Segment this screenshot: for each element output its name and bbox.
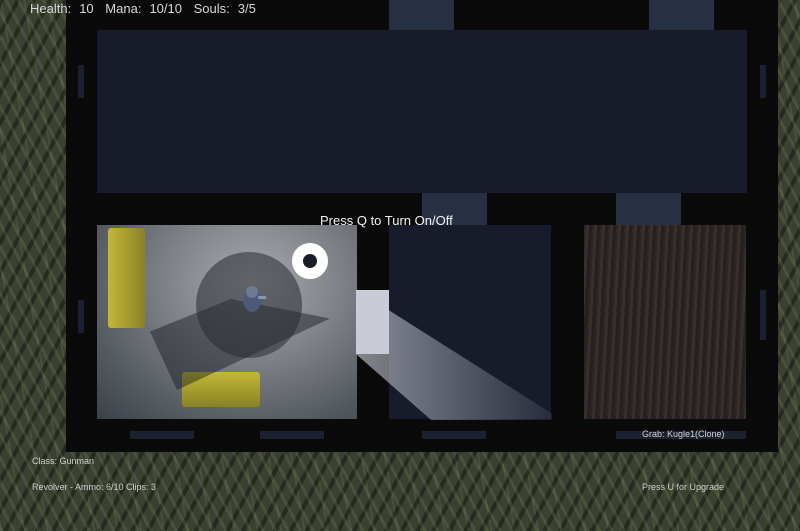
health-label: Health:: [30, 1, 72, 16]
sofa-left: [108, 228, 145, 328]
player-class: Class: Gunman: [32, 456, 95, 466]
bottom-window-2: [260, 431, 324, 439]
health-value: 10: [79, 1, 94, 16]
door-middle-right: [616, 193, 681, 225]
hud-stats: Health: 10 Mana: 10/10 Souls: 3/5: [30, 1, 264, 16]
room-wood-floor: [584, 225, 746, 419]
aim-reticle-icon: [292, 243, 328, 279]
weapon-status: Revolver - Ammo: 6/10 Clips: 3: [32, 482, 157, 492]
souls-value: 3/5: [237, 1, 256, 16]
interaction-prompt: Press Q to Turn On/Off: [320, 213, 453, 228]
bottom-window-1: [130, 431, 194, 439]
bottom-window-3: [422, 431, 486, 439]
upgrade-hint: Press U for Upgrade: [642, 482, 725, 492]
lamp-switchable[interactable]: [356, 290, 389, 354]
door-top-right: [649, 0, 714, 30]
window-left-top: [78, 65, 84, 98]
aim-reticle-center: [303, 254, 317, 268]
window-right-top: [760, 65, 766, 98]
mana-value: 10/10: [149, 1, 182, 16]
window-right-bottom: [760, 290, 766, 340]
door-top-left: [389, 0, 454, 30]
window-left-bottom: [78, 300, 84, 333]
souls-label: Souls:: [193, 1, 230, 16]
player-character-icon[interactable]: [238, 280, 266, 320]
mana-label: Mana:: [105, 1, 142, 16]
grab-status: Grab: Kugle1(Clone): [642, 429, 725, 439]
room-top-hall: [97, 30, 747, 193]
